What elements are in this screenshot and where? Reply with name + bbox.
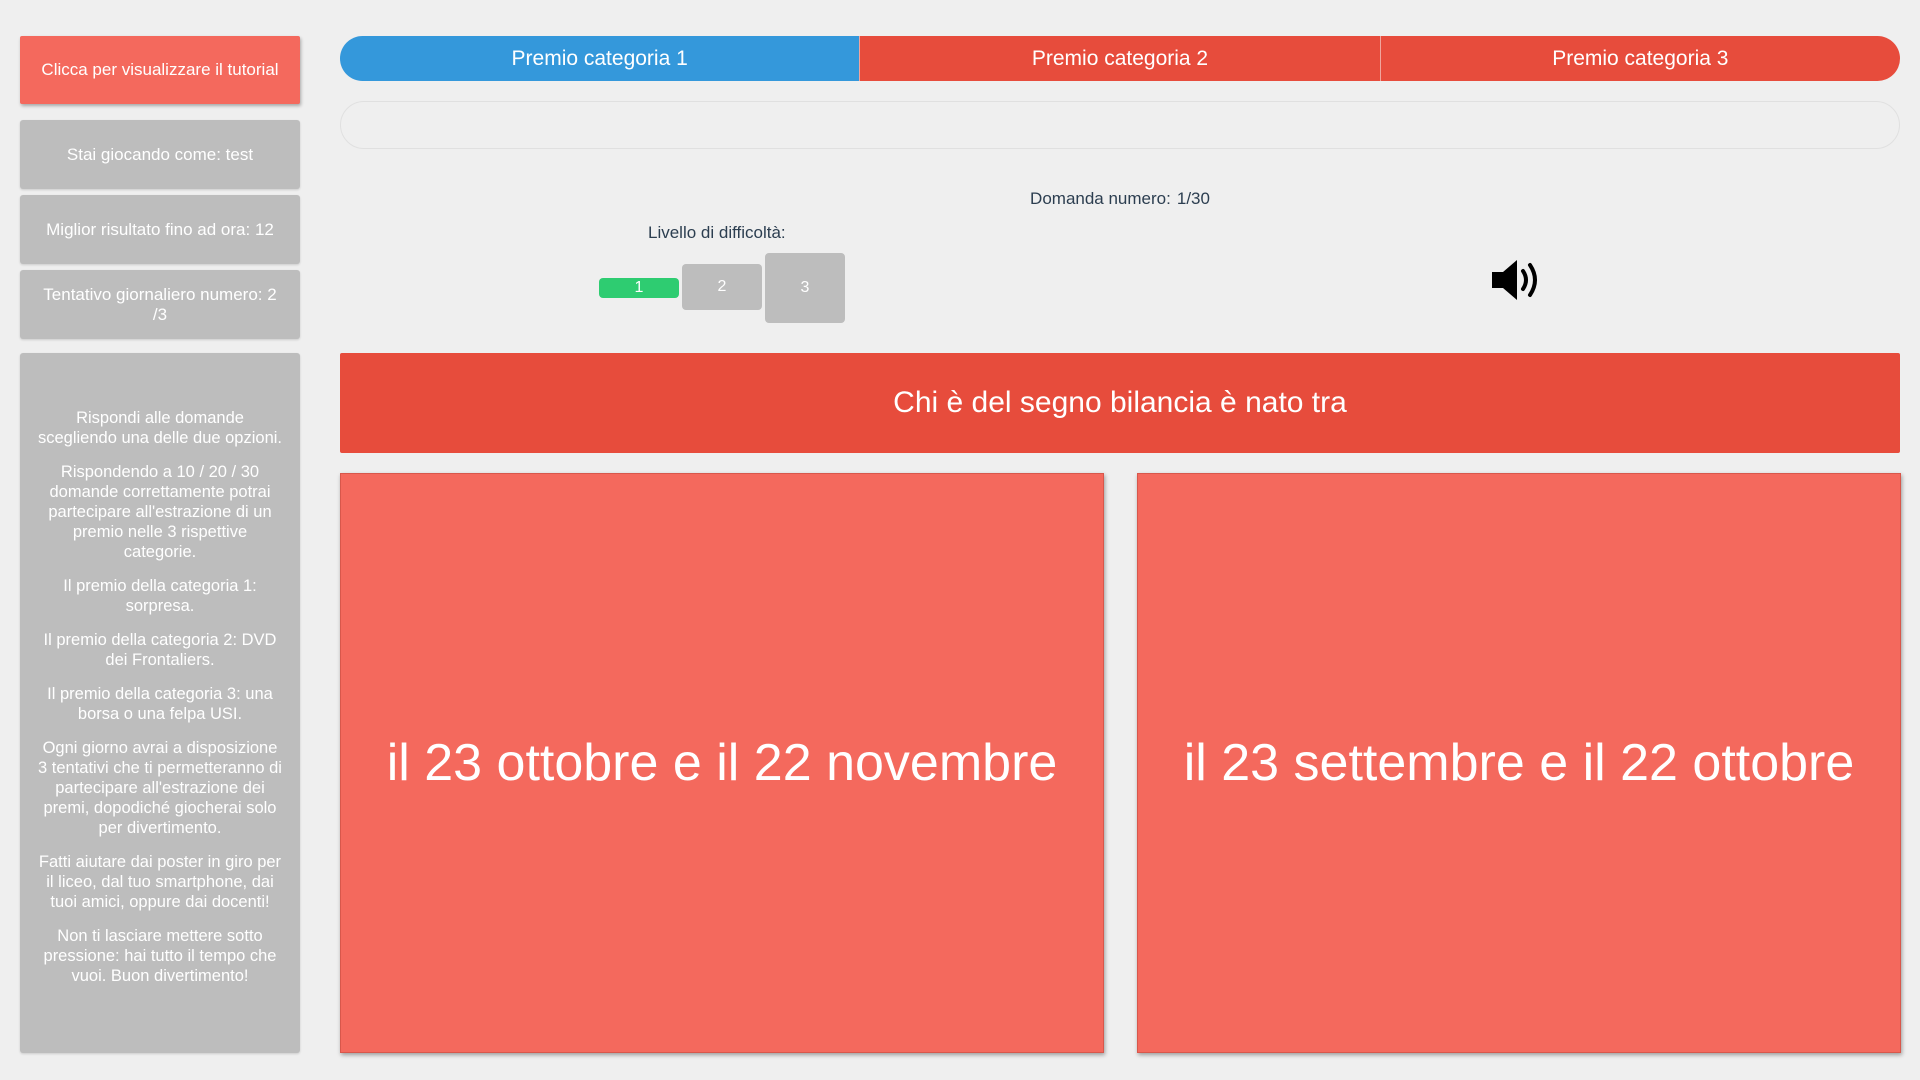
rules-panel: Rispondi alle domande scegliendo una del… (20, 353, 300, 1053)
player-name-box: Stai giocando come: test (20, 120, 300, 189)
rule-text: Ogni giorno avrai a disposizione 3 tenta… (38, 739, 282, 837)
question-text: Chi è del segno bilancia è nato tra (340, 353, 1900, 453)
rule-text: Il premio della categoria 1: sorpresa. (63, 577, 257, 615)
rule-text: Fatti aiutare dai poster in giro per il … (38, 853, 282, 911)
prize-category-tabs: Premio categoria 1 Premio categoria 2 Pr… (340, 36, 1900, 81)
answer-option-1[interactable]: il 23 ottobre e il 22 novembre (340, 473, 1104, 1053)
difficulty-level-3-button[interactable]: 3 (765, 253, 845, 323)
rule-text: Il premio della categoria 2: DVD dei Fro… (43, 631, 277, 669)
progress-bar (340, 101, 1900, 149)
difficulty-level-2-button[interactable]: 2 (682, 264, 762, 310)
difficulty-level-1-button[interactable]: 1 (599, 278, 679, 298)
tab-category-1[interactable]: Premio categoria 1 (340, 36, 860, 81)
speaker-volume-icon[interactable] (1490, 255, 1550, 305)
rule-text: Non ti lasciare mettere sotto pressione:… (43, 927, 277, 985)
question-counter: Domanda numero: 1/30 (0, 189, 1920, 209)
rule-text: Il premio della categoria 3: una borsa o… (47, 685, 273, 723)
difficulty-label: Livello di difficoltà: (648, 223, 786, 242)
answer-option-2[interactable]: il 23 settembre e il 22 ottobre (1137, 473, 1901, 1053)
question-counter-value: 1/30 (1176, 189, 1210, 208)
tab-category-2[interactable]: Premio categoria 2 (859, 36, 1380, 81)
question-counter-label: Domanda numero: (1030, 189, 1171, 208)
rule-text: Rispondendo a 10 / 20 / 30 domande corre… (48, 463, 272, 561)
rule-text: Rispondi alle domande scegliendo una del… (37, 409, 283, 447)
tab-category-3[interactable]: Premio categoria 3 (1379, 36, 1900, 81)
daily-attempt-box: Tentativo giornaliero numero: 2 /3 (20, 270, 300, 339)
tutorial-button[interactable]: Clicca per visualizzare il tutorial (20, 36, 300, 104)
